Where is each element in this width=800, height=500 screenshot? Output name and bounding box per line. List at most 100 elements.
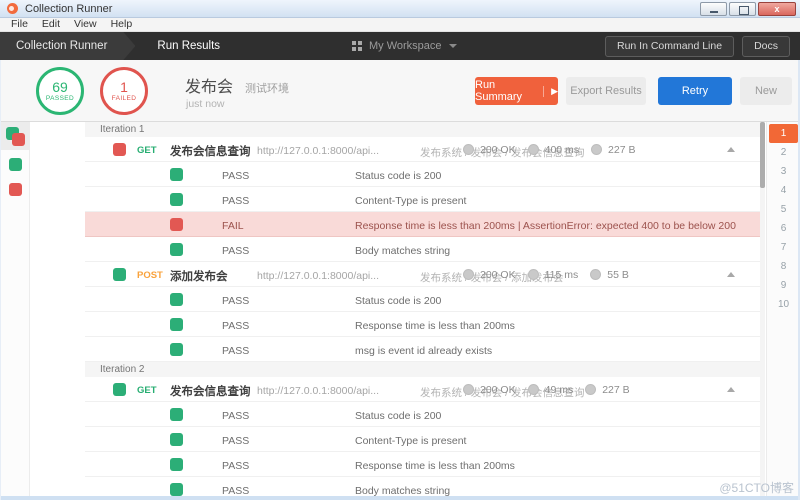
watermark: @51CTO博客: [719, 479, 794, 496]
test-status-square: [170, 243, 183, 256]
passed-label: PASSED: [46, 95, 74, 102]
iteration-minimap: [0, 122, 30, 496]
scrollbar-thumb[interactable]: [760, 122, 765, 188]
pager-item-3[interactable]: 3: [769, 162, 798, 181]
nav-bar: Collection Runner Run Results My Workspa…: [0, 32, 800, 60]
nav-tab-run-results[interactable]: Run Results: [135, 32, 242, 60]
metric-value: 400 ms: [545, 144, 579, 156]
pager-item-8[interactable]: 8: [769, 257, 798, 276]
test-result-row: PASSStatus code is 200: [85, 287, 760, 312]
test-result-row: PASS Content-Type is present: [85, 427, 760, 452]
test-result-label: FAIL: [222, 220, 244, 232]
pager-item-7[interactable]: 7: [769, 238, 798, 257]
test-description: Body matches string: [355, 485, 450, 496]
test-result-label: PASS: [222, 435, 249, 447]
failed-count-badge: 1 FAILED: [100, 67, 148, 115]
test-description: Response time is less than 200ms | Asser…: [355, 220, 736, 232]
request-row[interactable]: POST添加发布会http://127.0.0.1:8000/api...发布系…: [85, 262, 760, 287]
close-button[interactable]: x: [758, 2, 796, 16]
minimap-item-fail[interactable]: [9, 183, 22, 196]
minimap-item-pass[interactable]: [9, 158, 22, 171]
menu-item-view[interactable]: View: [67, 18, 104, 31]
test-description: Content-Type is present: [355, 195, 466, 207]
run-summary-arrow-icon: ▶: [543, 86, 558, 97]
request-method-label: POST: [137, 270, 163, 281]
retry-button[interactable]: Retry: [658, 77, 732, 105]
test-result-row: PASS Content-Type is present: [85, 187, 760, 212]
collapse-chevron-icon[interactable]: [727, 272, 735, 277]
test-result-row: PASSResponse time is less than 200ms: [85, 452, 760, 477]
passed-count-badge: 69 PASSED: [36, 67, 84, 115]
minimize-button[interactable]: [700, 2, 727, 16]
test-result-row: PASS Body matches string: [85, 477, 760, 496]
iteration-header: Iteration 2: [85, 362, 760, 377]
test-status-square: [170, 433, 183, 446]
run-summary-button[interactable]: Run Summary ▶: [475, 77, 558, 105]
environment-label: 测试环境: [245, 83, 289, 95]
pager-item-2[interactable]: 2: [769, 143, 798, 162]
test-status-square: [170, 318, 183, 331]
failed-label: FAILED: [112, 95, 137, 102]
request-row[interactable]: GET发布会信息查询http://127.0.0.1:8000/api...发布…: [85, 377, 760, 402]
docs-button[interactable]: Docs: [742, 36, 790, 57]
request-metrics: 200 OK49 ms227 B: [463, 377, 642, 402]
test-description: Status code is 200: [355, 295, 441, 307]
nav-tab-collection-runner[interactable]: Collection Runner: [0, 32, 135, 60]
test-result-label: PASS: [222, 320, 249, 332]
test-description: Response time is less than 200ms: [355, 320, 515, 332]
export-results-button[interactable]: Export Results: [566, 77, 646, 105]
metric-value: 115 ms: [545, 269, 579, 281]
run-summary-button-label: Run Summary: [475, 79, 535, 103]
run-in-command-line-button[interactable]: Run In Command Line: [605, 36, 734, 57]
test-result-label: PASS: [222, 195, 249, 207]
size-dot-icon: [585, 384, 596, 395]
test-description: Content-Type is present: [355, 435, 466, 447]
metric-value: 200 OK: [480, 384, 516, 396]
iteration-header: Iteration 1: [85, 122, 760, 137]
collection-name: 发布会: [185, 79, 233, 96]
new-button[interactable]: New: [740, 77, 792, 105]
test-result-row: PASSBody matches string: [85, 237, 760, 262]
request-status-square: [113, 268, 126, 281]
metric-value: 200 OK: [480, 269, 516, 281]
test-result-row: PASSmsg is event id already exists: [85, 337, 760, 362]
request-row[interactable]: GET发布会信息查询http://127.0.0.1:8000/api...发布…: [85, 137, 760, 162]
request-method-label: GET: [137, 145, 157, 156]
window-frame-bottom: [0, 496, 800, 500]
maximize-button[interactable]: [729, 2, 756, 16]
test-result-label: PASS: [222, 245, 249, 257]
test-result-label: PASS: [222, 410, 249, 422]
workspace-selector[interactable]: My Workspace: [352, 32, 457, 60]
test-result-label: PASS: [222, 170, 249, 182]
pager-item-9[interactable]: 9: [769, 276, 798, 295]
pager-item-6[interactable]: 6: [769, 219, 798, 238]
pager-item-4[interactable]: 4: [769, 181, 798, 200]
test-result-row: PASS Response time is less than 200ms: [85, 312, 760, 337]
size-dot-icon: [590, 269, 601, 280]
request-url: http://127.0.0.1:8000/api...: [257, 270, 379, 282]
collection-title: 发布会测试环境: [185, 73, 289, 97]
pager-item-5[interactable]: 5: [769, 200, 798, 219]
menu-item-edit[interactable]: Edit: [35, 18, 67, 31]
collapse-chevron-icon[interactable]: [727, 147, 735, 152]
test-result-row: FAIL Response time is less than 200ms | A…: [85, 212, 760, 237]
test-status-square: [170, 483, 183, 496]
window-frame-left: [0, 60, 1, 500]
run-timestamp: just now: [186, 98, 225, 110]
menu-item-file[interactable]: File: [4, 18, 35, 31]
minimap-item-selected[interactable]: [0, 122, 30, 150]
request-status-square: [113, 143, 126, 156]
pager-item-1[interactable]: 1: [769, 124, 798, 143]
scrollbar-track[interactable]: [760, 122, 765, 496]
test-description: Status code is 200: [355, 170, 441, 182]
test-result-label: PASS: [222, 485, 249, 496]
pager-item-10[interactable]: 10: [769, 295, 798, 314]
collapse-chevron-icon[interactable]: [727, 387, 735, 392]
test-status-square: [170, 218, 183, 231]
menu-item-help[interactable]: Help: [104, 18, 140, 31]
minimap-fail-square: [12, 133, 25, 146]
test-status-square: [170, 193, 183, 206]
results-panel: Iteration 1GET发布会信息查询http://127.0.0.1:80…: [0, 122, 800, 496]
window-title: Collection Runner: [25, 3, 112, 15]
test-status-square: [170, 343, 183, 356]
